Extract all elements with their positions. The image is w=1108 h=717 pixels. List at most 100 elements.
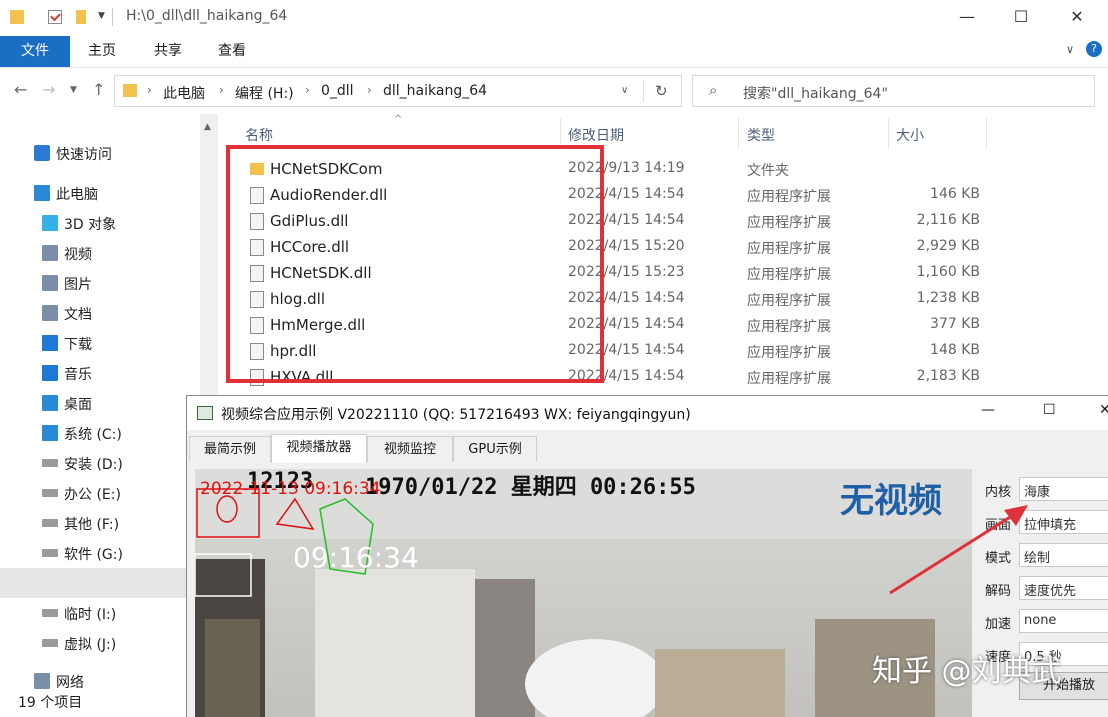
chevron-right-icon[interactable]: › [367,83,372,97]
file-type: 应用程序扩展 [747,293,831,309]
drive-icon [42,639,58,647]
breadcrumb-current[interactable]: dll_haikang_64 [383,83,487,99]
forward-icon[interactable]: → [42,80,55,99]
new-folder-icon[interactable] [76,10,86,24]
control-select[interactable]: 海康 [1019,477,1108,501]
nav-item[interactable]: 视频 [0,238,200,268]
osd-red-timestamp: 2022-11-13 09:16:34 [200,479,381,499]
control-select[interactable]: none [1019,609,1108,633]
nav-item[interactable]: 文档 [0,298,200,328]
nav-item-label: 临时 (I:) [64,607,117,623]
film-icon [42,245,58,261]
nav-item[interactable]: 图片 [0,268,200,298]
nav-selected-highlight [0,568,200,598]
search-icon: ⌕ [709,81,718,99]
column-divider [888,118,889,148]
up-icon[interactable]: ↑ [92,80,105,99]
tab-home[interactable]: 主页 [78,36,126,67]
explorer-title-bar: ▼ H:\0_dll\dll_haikang_64 — ☐ ✕ [0,0,1108,36]
chevron-right-icon[interactable]: › [147,83,152,97]
breadcrumb-drive[interactable]: 编程 (H:) [235,83,294,103]
nav-item[interactable]: 系统 (C:) [0,418,200,448]
chevron-right-icon[interactable]: › [305,83,310,97]
arrow-head [1004,505,1028,526]
file-type: 应用程序扩展 [747,189,831,205]
drive-icon [42,519,58,527]
file-size: 2,116 KB [916,212,980,228]
item-count: 19 个项目 [18,695,83,711]
nav-item[interactable]: 3D 对象 [0,208,200,238]
nav-item[interactable]: 其他 (F:) [0,508,200,538]
nav-item[interactable]: 办公 (E:) [0,478,200,508]
box-stack [205,619,260,717]
bag [525,639,665,717]
file-size: 1,160 KB [916,264,980,280]
close-button[interactable]: ✕ [1054,0,1100,36]
nav-item[interactable]: 此电脑 [0,178,200,208]
expand-ribbon-icon[interactable]: ∨ [1066,43,1074,56]
drive-icon [42,549,58,557]
tab-simple-example[interactable]: 最简示例 [189,436,271,462]
help-icon[interactable]: ? [1086,41,1102,57]
file-size: 377 KB [930,316,980,332]
nav-item[interactable]: 虚拟 (J:) [0,628,200,658]
address-divider [643,80,644,102]
breadcrumb-folder[interactable]: 0_dll [321,83,354,99]
file-size: 2,183 KB [916,368,980,384]
app-minimize-button[interactable]: — [981,402,995,418]
file-type: 应用程序扩展 [747,371,831,387]
quick-access-dropdown-icon[interactable]: ▼ [98,11,105,21]
control-row: 加速 none [977,609,1108,635]
desktop-icon [42,395,58,411]
address-row: ← → ▼ ↑ › 此电脑 › 编程 (H:) › 0_dll › dll_ha… [0,68,1108,114]
scroll-up-icon[interactable]: ▲ [204,122,211,132]
column-type[interactable]: 类型 [747,125,775,145]
maximize-button[interactable]: ☐ [998,0,1044,36]
back-icon[interactable]: ← [14,80,27,99]
properties-icon[interactable] [48,10,62,24]
app-maximize-button[interactable]: ☐ [1043,402,1056,418]
video-canvas[interactable]: 12123 1970/01/22 星期四 00:26:55 2022-11-13… [195,469,972,717]
tab-gpu-example[interactable]: GPU示例 [453,436,537,462]
file-size: 148 KB [930,342,980,358]
minimize-button[interactable]: — [944,0,990,36]
file-type: 文件夹 [747,163,789,179]
breadcrumb-this-pc[interactable]: 此电脑 [163,83,205,103]
tab-video-player[interactable]: 视频播放器 [271,434,367,463]
search-input[interactable]: ⌕ 搜索"dll_haikang_64" [692,75,1095,107]
nav-item-label: 软件 (G:) [64,547,123,563]
tab-file[interactable]: 文件 [0,36,70,67]
address-bar[interactable]: › 此电脑 › 编程 (H:) › 0_dll › dll_haikang_64… [114,75,682,107]
nav-item[interactable]: 临时 (I:) [0,598,200,628]
recent-dropdown-icon[interactable]: ▼ [70,85,77,95]
chevron-right-icon[interactable]: › [219,83,224,97]
nav-item[interactable]: 安装 (D:) [0,448,200,478]
nav-item[interactable]: 软件 (G:) [0,538,200,568]
cube-icon [42,215,58,231]
refresh-icon[interactable]: ↻ [655,82,668,100]
nav-item[interactable]: 音乐 [0,358,200,388]
address-dropdown-icon[interactable]: ∨ [621,85,628,96]
nav-item[interactable]: 桌面 [0,388,200,418]
ribbon: 文件 主页 共享 查看 ∨ ? [0,36,1108,68]
picture-icon [42,275,58,291]
file-size: 2,929 KB [916,238,980,254]
status-bar: 19 个项目 [0,690,186,716]
nav-item[interactable]: 快速访问 [0,138,200,168]
app-close-button[interactable]: ✕ [1099,402,1108,418]
nav-item-label: 系统 (C:) [64,427,122,443]
nav-item-label: 其他 (F:) [64,517,120,533]
column-size[interactable]: 大小 [896,125,924,145]
osd-white-time: 09:16:34 [293,541,419,574]
watermark: 知乎 @刘典武 [872,654,1062,689]
osd-datetime: 1970/01/22 星期四 00:26:55 [365,475,696,500]
column-name[interactable]: 名称 [245,125,273,145]
tab-share[interactable]: 共享 [144,36,192,67]
nav-item-label: 虚拟 (J:) [64,637,117,653]
column-date[interactable]: 修改日期 [568,125,624,145]
tab-video-monitor[interactable]: 视频监控 [367,436,453,462]
tab-view[interactable]: 查看 [208,36,256,67]
nav-item[interactable]: 下载 [0,328,200,358]
app-title: 视频综合应用示例 V20221110 (QQ: 517216493 WX: fe… [221,407,691,423]
nav-item-label: 网络 [56,675,84,691]
